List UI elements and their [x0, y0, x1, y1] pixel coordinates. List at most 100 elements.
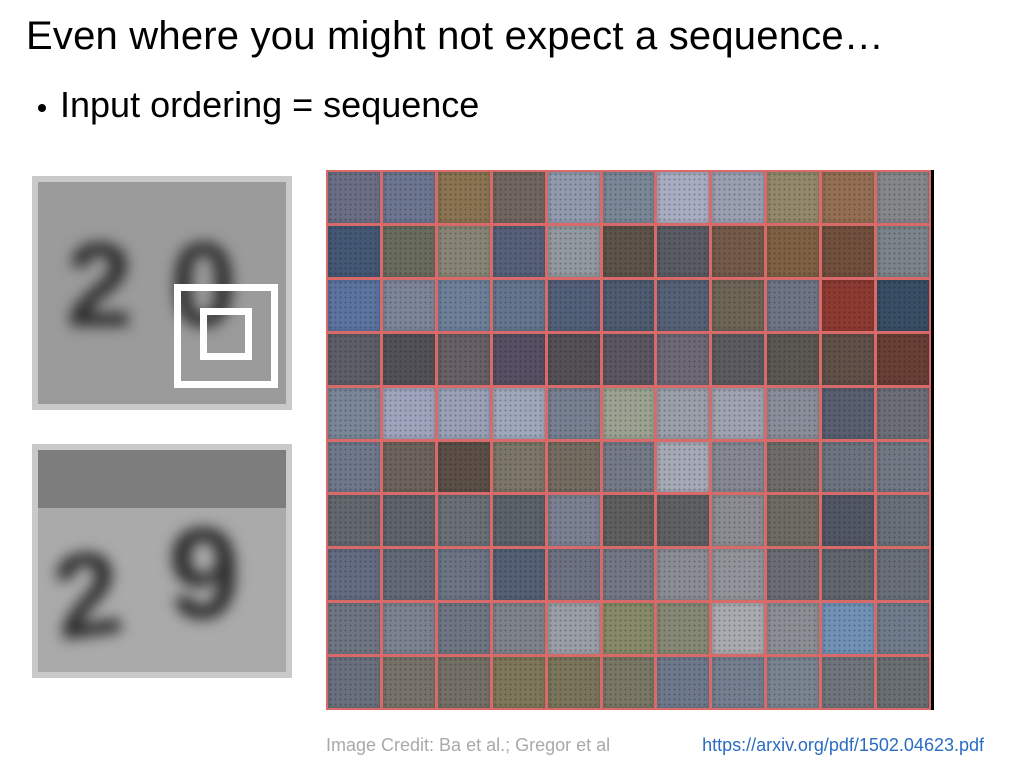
patch-cell: [603, 334, 655, 385]
patch-cell: [712, 172, 764, 223]
patch-cell: [548, 334, 600, 385]
patch-cell: [438, 280, 490, 331]
patch-cell: [328, 226, 380, 277]
patch-cell: [767, 495, 819, 546]
patch-cell: [603, 657, 655, 708]
patch-cell: [493, 334, 545, 385]
patch-cell: [438, 657, 490, 708]
patch-cell: [712, 495, 764, 546]
patch-cell: [383, 603, 435, 654]
patch-cell: [493, 549, 545, 600]
image-credit: Image Credit: Ba et al.; Gregor et al: [326, 735, 610, 756]
patch-cell: [548, 495, 600, 546]
patch-cell: [657, 334, 709, 385]
patch-cell: [603, 442, 655, 493]
patch-cell: [712, 334, 764, 385]
patch-cell: [822, 226, 874, 277]
patch-cell: [767, 172, 819, 223]
patch-cell: [493, 442, 545, 493]
patch-cell: [657, 549, 709, 600]
bullet-text: Input ordering = sequence: [60, 84, 479, 126]
patch-cell: [657, 657, 709, 708]
patch-cell: [657, 280, 709, 331]
patch-cell: [822, 172, 874, 223]
patch-cell: [877, 442, 929, 493]
patch-cell: [383, 388, 435, 439]
patch-cell: [767, 657, 819, 708]
patch-cell: [603, 603, 655, 654]
patch-cell: [877, 603, 929, 654]
patch-cell: [328, 549, 380, 600]
patch-cell: [493, 603, 545, 654]
patch-cell: [712, 388, 764, 439]
patch-cell: [822, 442, 874, 493]
patch-cell: [767, 442, 819, 493]
patch-cell: [767, 226, 819, 277]
patch-cell: [712, 603, 764, 654]
patch-cell: [822, 495, 874, 546]
patch-cell: [383, 172, 435, 223]
bullet-dot: [38, 104, 46, 112]
patch-cell: [548, 442, 600, 493]
patch-cell: [438, 226, 490, 277]
attention-box-inner: [200, 308, 252, 360]
patch-cell: [822, 603, 874, 654]
patch-cell: [657, 172, 709, 223]
patch-cell: [657, 603, 709, 654]
patch-cell: [328, 442, 380, 493]
patch-cell: [767, 388, 819, 439]
patch-cell: [548, 226, 600, 277]
patch-cell: [548, 172, 600, 223]
patch-cell: [603, 495, 655, 546]
patch-cell: [657, 495, 709, 546]
patch-cell: [383, 442, 435, 493]
patch-cell: [603, 388, 655, 439]
digit-thumbnail-top: 2 0: [32, 176, 292, 410]
patch-cell: [767, 603, 819, 654]
patch-cell: [712, 549, 764, 600]
patch-cell: [328, 603, 380, 654]
patch-cell: [877, 334, 929, 385]
patch-cell: [493, 388, 545, 439]
patch-cell: [877, 280, 929, 331]
patch-cell: [822, 657, 874, 708]
patch-cell: [438, 334, 490, 385]
patch-cell: [603, 226, 655, 277]
patch-cell: [877, 172, 929, 223]
patch-cell: [383, 495, 435, 546]
patch-cell: [493, 226, 545, 277]
patch-cell: [328, 334, 380, 385]
patch-cell: [493, 280, 545, 331]
patch-cell: [877, 495, 929, 546]
patch-cell: [712, 226, 764, 277]
patch-cell: [383, 280, 435, 331]
patch-cell: [328, 388, 380, 439]
patch-cell: [712, 657, 764, 708]
patch-cell: [383, 657, 435, 708]
patch-cell: [548, 388, 600, 439]
patch-cell: [822, 280, 874, 331]
digit-nine-glyph: 9: [168, 498, 240, 648]
patch-cell: [657, 226, 709, 277]
patch-cell: [822, 334, 874, 385]
patch-cell: [438, 172, 490, 223]
patch-cell: [493, 657, 545, 708]
patch-grid: [326, 170, 934, 710]
patch-cell: [383, 549, 435, 600]
patch-cell: [548, 603, 600, 654]
patch-cell: [383, 334, 435, 385]
digit-thumbnail-bottom: 2 9: [32, 444, 292, 678]
patch-cell: [657, 388, 709, 439]
patch-cell: [438, 495, 490, 546]
patch-cell: [328, 172, 380, 223]
digit-two-glyph: 2: [66, 216, 133, 354]
patch-cell: [877, 549, 929, 600]
patch-cell: [438, 603, 490, 654]
patch-cell: [493, 495, 545, 546]
source-link[interactable]: https://arxiv.org/pdf/1502.04623.pdf: [702, 735, 984, 756]
patch-cell: [712, 442, 764, 493]
slide-title: Even where you might not expect a sequen…: [26, 14, 884, 59]
patch-cell: [383, 226, 435, 277]
bullet-item: Input ordering = sequence: [38, 84, 479, 126]
patch-cell: [493, 172, 545, 223]
